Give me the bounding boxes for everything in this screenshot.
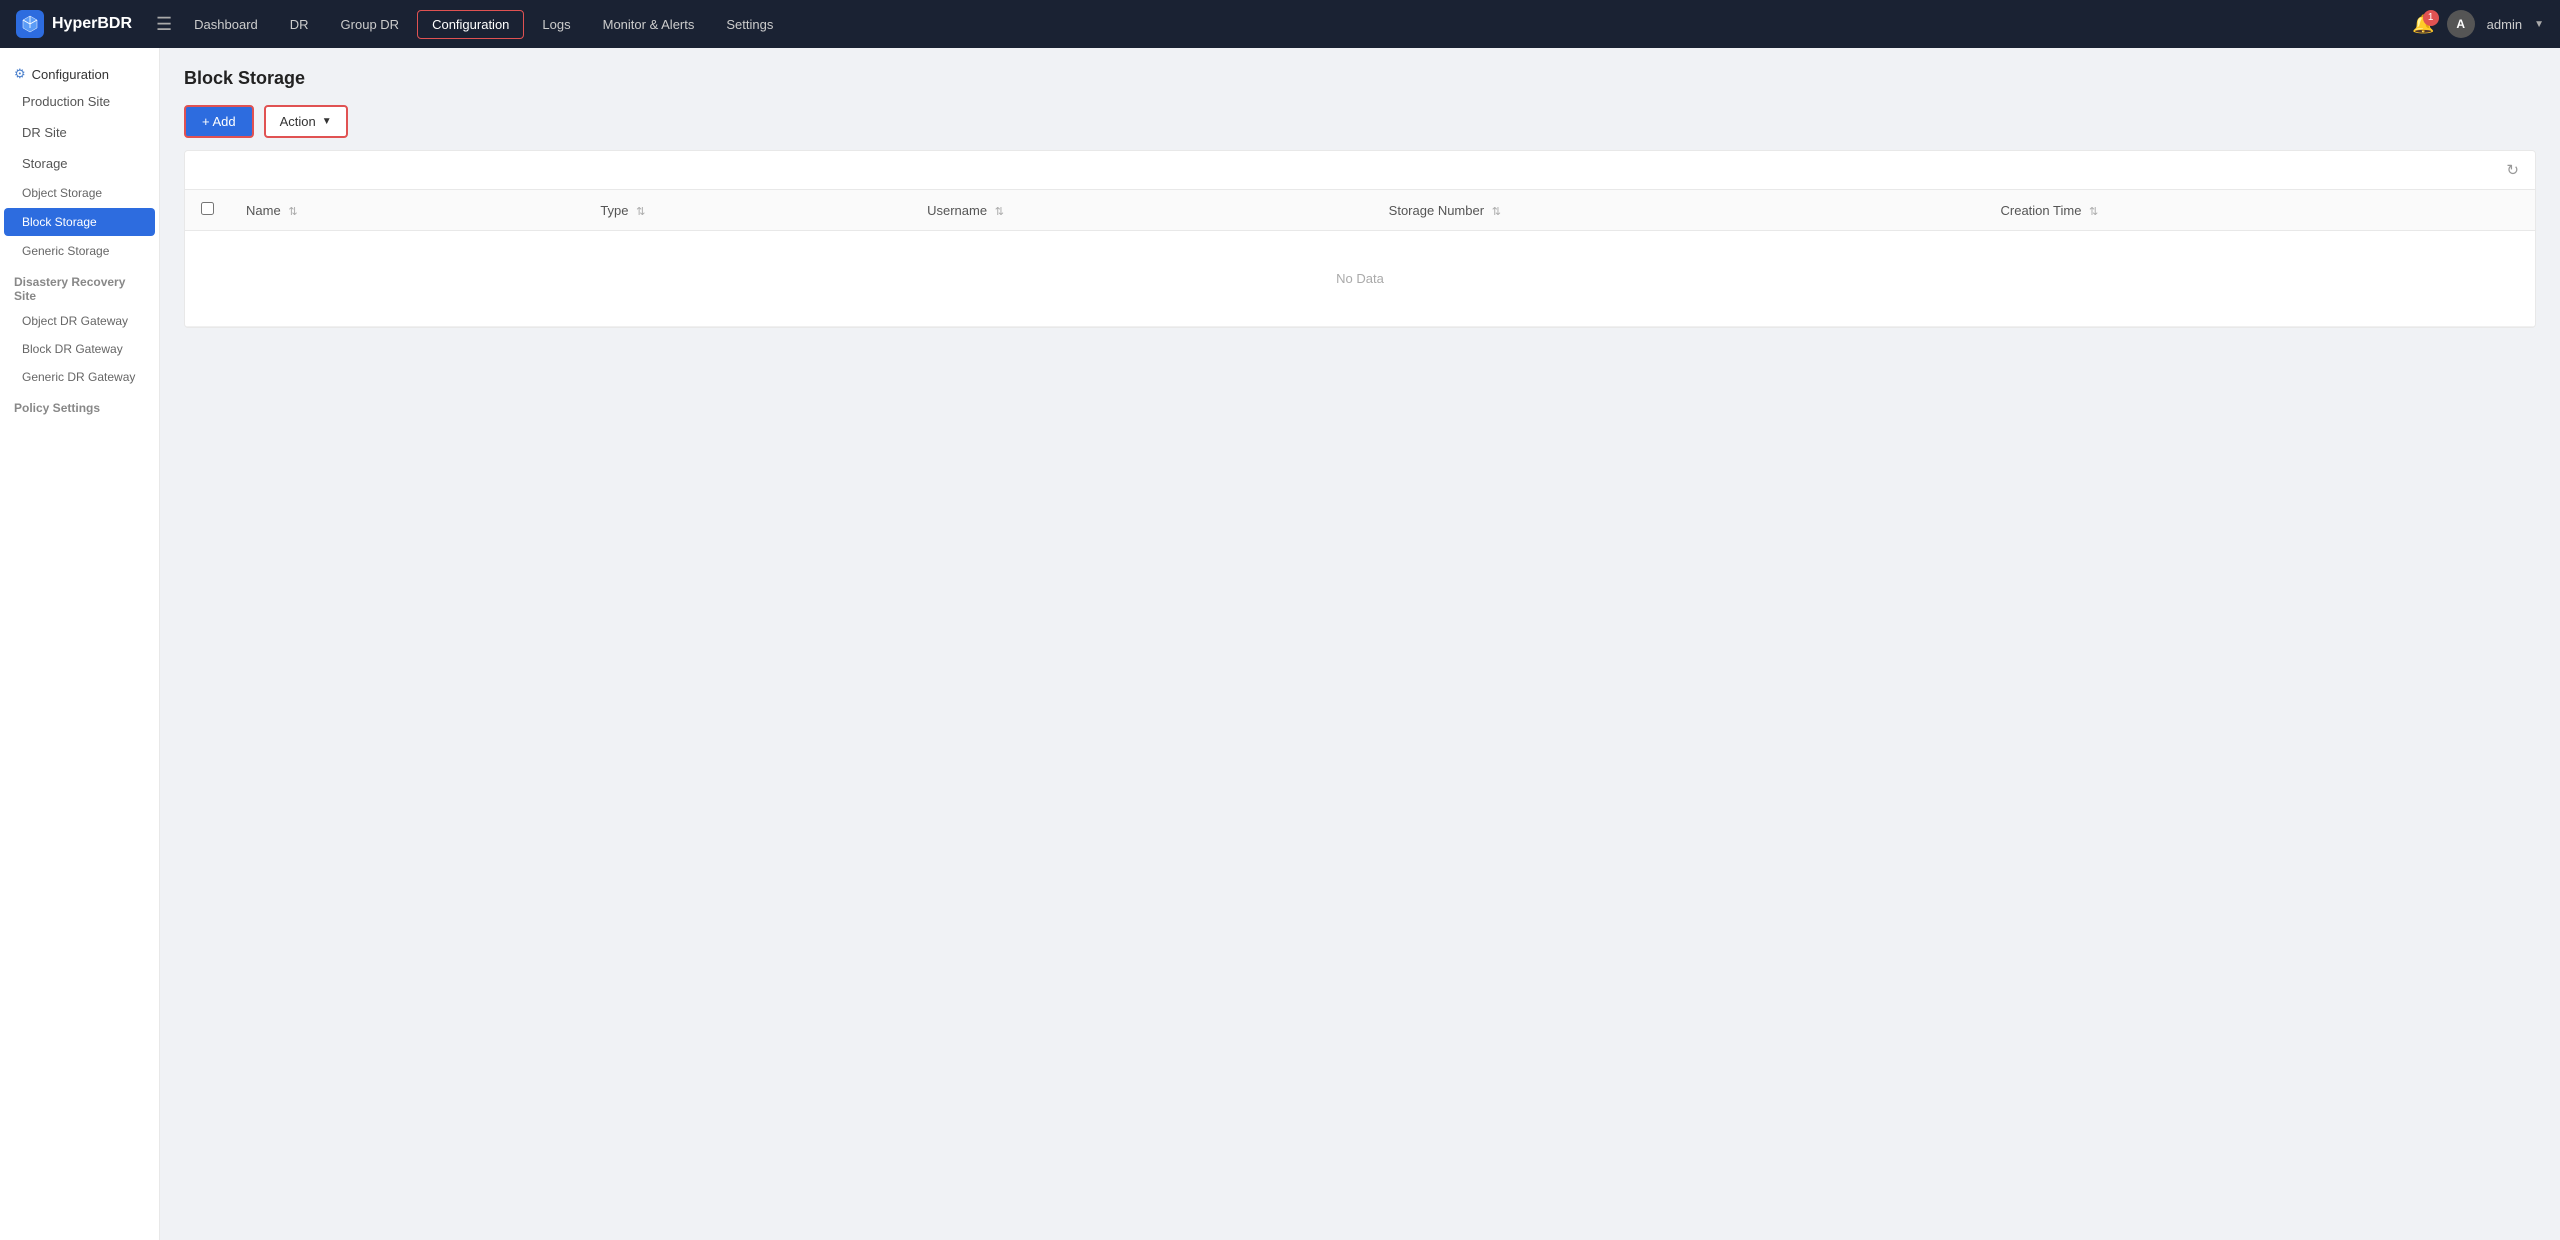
brand-icon [16,10,44,38]
topnav-item-group-dr[interactable]: Group DR [327,11,414,38]
col-creation-time: Creation Time ⇅ [1985,190,2536,231]
sidebar-item-production-site[interactable]: Production Site [0,86,159,117]
topnav-right: 🔔 1 A admin ▼ [2412,10,2544,38]
col-storage-number: Storage Number ⇅ [1373,190,1985,231]
action-button[interactable]: Action ▼ [264,105,348,138]
topnav-item-dashboard[interactable]: Dashboard [180,11,272,38]
action-label: Action [280,114,316,129]
notif-badge: 1 [2423,10,2439,26]
topnav-item-dr[interactable]: DR [276,11,323,38]
sort-name-icon[interactable]: ⇅ [288,206,297,218]
toolbar: + Add Action ▼ [184,105,2536,138]
table-container: ↻ Name ⇅ Type ⇅ [184,150,2536,328]
sidebar-item-object-storage[interactable]: Object Storage [0,179,159,207]
main-content: Block Storage + Add Action ▼ ↻ [160,48,2560,1240]
col-type: Type ⇅ [584,190,911,231]
sort-creation-time-icon[interactable]: ⇅ [2089,206,2098,218]
user-avatar[interactable]: A [2447,10,2475,38]
sidebar-item-generic-dr-gateway[interactable]: Generic DR Gateway [0,363,159,391]
action-dropdown-icon: ▼ [322,116,332,127]
topnav-item-monitor-and-alerts[interactable]: Monitor & Alerts [589,11,709,38]
page-title: Block Storage [184,68,2536,89]
sidebar-group-dr-site: Disastery Recovery Site [0,265,159,307]
refresh-button[interactable]: ↻ [2502,159,2523,181]
sidebar-item-storage[interactable]: Storage [0,148,159,179]
sidebar: ⚙ Configuration Production Site DR Site … [0,48,160,1240]
menu-icon[interactable]: ☰ [156,14,172,35]
sidebar-item-block-dr-gateway[interactable]: Block DR Gateway [0,335,159,363]
layout: ⚙ Configuration Production Site DR Site … [0,48,2560,1240]
sidebar-item-generic-storage[interactable]: Generic Storage [0,237,159,265]
notification-icon[interactable]: 🔔 1 [2412,14,2434,35]
brand-name: HyperBDR [52,15,132,33]
topnav-items: DashboardDRGroup DRConfigurationLogsMoni… [180,10,2412,39]
table-header-row: Name ⇅ Type ⇅ Username ⇅ Storage Numbe [185,190,2535,231]
sidebar-section-title: ⚙ Configuration [0,56,159,86]
sort-username-icon[interactable]: ⇅ [995,206,1004,218]
block-storage-table: Name ⇅ Type ⇅ Username ⇅ Storage Numbe [185,190,2535,327]
sidebar-item-dr-site[interactable]: DR Site [0,117,159,148]
sidebar-group-policy-settings: Policy Settings [0,391,159,419]
select-all-col [185,190,230,231]
add-button[interactable]: + Add [184,105,254,138]
sidebar-item-object-dr-gateway[interactable]: Object DR Gateway [0,307,159,335]
topnav-item-logs[interactable]: Logs [528,11,584,38]
user-dropdown-icon[interactable]: ▼ [2534,19,2544,30]
select-all-checkbox[interactable] [201,202,214,215]
topnav-item-configuration[interactable]: Configuration [417,10,524,39]
user-name[interactable]: admin [2487,17,2522,32]
no-data-cell: No Data [185,231,2535,327]
sort-type-icon[interactable]: ⇅ [636,206,645,218]
sidebar-item-block-storage[interactable]: Block Storage [4,208,155,236]
topnav: HyperBDR ☰ DashboardDRGroup DRConfigurat… [0,0,2560,48]
config-icon: ⚙ [14,66,26,82]
col-name: Name ⇅ [230,190,584,231]
table-toolbar: ↻ [185,151,2535,190]
no-data-row: No Data [185,231,2535,327]
topnav-item-settings[interactable]: Settings [712,11,787,38]
sort-storage-number-icon[interactable]: ⇅ [1492,206,1501,218]
col-username: Username ⇅ [911,190,1373,231]
brand: HyperBDR [16,10,132,38]
